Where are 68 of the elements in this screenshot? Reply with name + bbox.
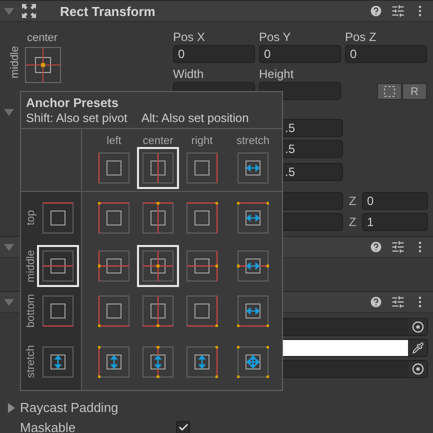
anchor-preset-icon: [142, 202, 174, 234]
settings-icon[interactable]: [391, 240, 405, 254]
field-label: Pos Y: [259, 29, 292, 45]
anchor-preset-icon: [186, 346, 218, 378]
anchor-preset-icon: [142, 295, 174, 327]
row-label: bottom: [25, 294, 37, 328]
hint-text: Shift: Also set pivot: [26, 111, 128, 126]
anchor-preset-icon: [42, 250, 74, 282]
field-label: Width: [173, 66, 205, 82]
field-label: Pos Z: [345, 29, 378, 45]
anchor-preset-icon: [186, 295, 218, 327]
anchor-preset-icon: [42, 346, 74, 378]
anchor-preset-icon: [98, 346, 130, 378]
anchor-preset-icon: [237, 250, 269, 282]
anchor-preset-icon: [42, 202, 74, 234]
anchor-preset-icon: [237, 152, 269, 184]
number-field[interactable]: 0: [362, 192, 428, 210]
number-field[interactable]: 0: [173, 45, 255, 63]
help-icon[interactable]: [369, 295, 383, 309]
field-label: Height: [259, 66, 295, 82]
anchor-preset-icon: [237, 346, 269, 378]
component-title: Rect Transform: [60, 4, 156, 18]
anchor-preset-icon: [142, 250, 174, 282]
property-label: Maskable: [20, 420, 77, 433]
anchor-preset-button[interactable]: [25, 47, 61, 83]
blueprint-mode-button[interactable]: [377, 83, 402, 100]
number-field[interactable]: 0: [259, 45, 341, 63]
anchor-preset-icon: [42, 295, 74, 327]
anchor-preset-icon: [186, 250, 218, 282]
collapsed-triangle-icon[interactable]: [6, 402, 16, 412]
field-label: Pos X: [173, 29, 206, 45]
axis-label: Z: [348, 194, 358, 208]
anchor-preset-icon: [142, 152, 174, 184]
anchor-preset-icon: [142, 346, 174, 378]
target-icon[interactable]: [412, 363, 424, 375]
anchor-preset-icon: [98, 295, 130, 327]
raw-edit-button[interactable]: R: [402, 83, 427, 100]
column-label: left: [106, 135, 122, 147]
anchor-vertical-label: middle: [9, 46, 21, 78]
help-icon[interactable]: [369, 240, 383, 254]
check-icon: [178, 422, 188, 433]
row-label: middle: [25, 250, 37, 282]
number-field[interactable]: 0: [345, 45, 427, 63]
row-label: top: [25, 210, 37, 226]
anchor-preset-icon: [237, 202, 269, 234]
anchor-preset-icon: [237, 295, 269, 327]
eyedropper-icon[interactable]: [412, 342, 424, 354]
column-label: right: [191, 135, 213, 147]
settings-icon[interactable]: [391, 295, 405, 309]
settings-icon[interactable]: [391, 4, 405, 18]
foldout-label[interactable]: Raycast Padding: [20, 400, 118, 415]
anchor-preset-icon: [186, 202, 218, 234]
target-icon[interactable]: [412, 321, 424, 333]
anchor-center-icon: [25, 47, 61, 83]
anchor-preset-icon: [186, 152, 218, 184]
anchor-preset-icon: [98, 202, 130, 234]
dashed-square-icon: [384, 86, 395, 97]
checkbox[interactable]: [176, 420, 190, 433]
move-arrows-icon: [22, 4, 36, 18]
anchor-horizontal-label: center: [27, 32, 58, 44]
column-label: center: [142, 135, 174, 147]
row-label: stretch: [25, 344, 37, 378]
axis-label: Z: [348, 215, 358, 229]
number-field[interactable]: 1: [362, 213, 428, 231]
anchor-preset-icon: [98, 152, 130, 184]
anchor-preset-icon: [98, 250, 130, 282]
help-icon[interactable]: [369, 4, 383, 18]
popup-title: Anchor Presets: [26, 96, 120, 111]
